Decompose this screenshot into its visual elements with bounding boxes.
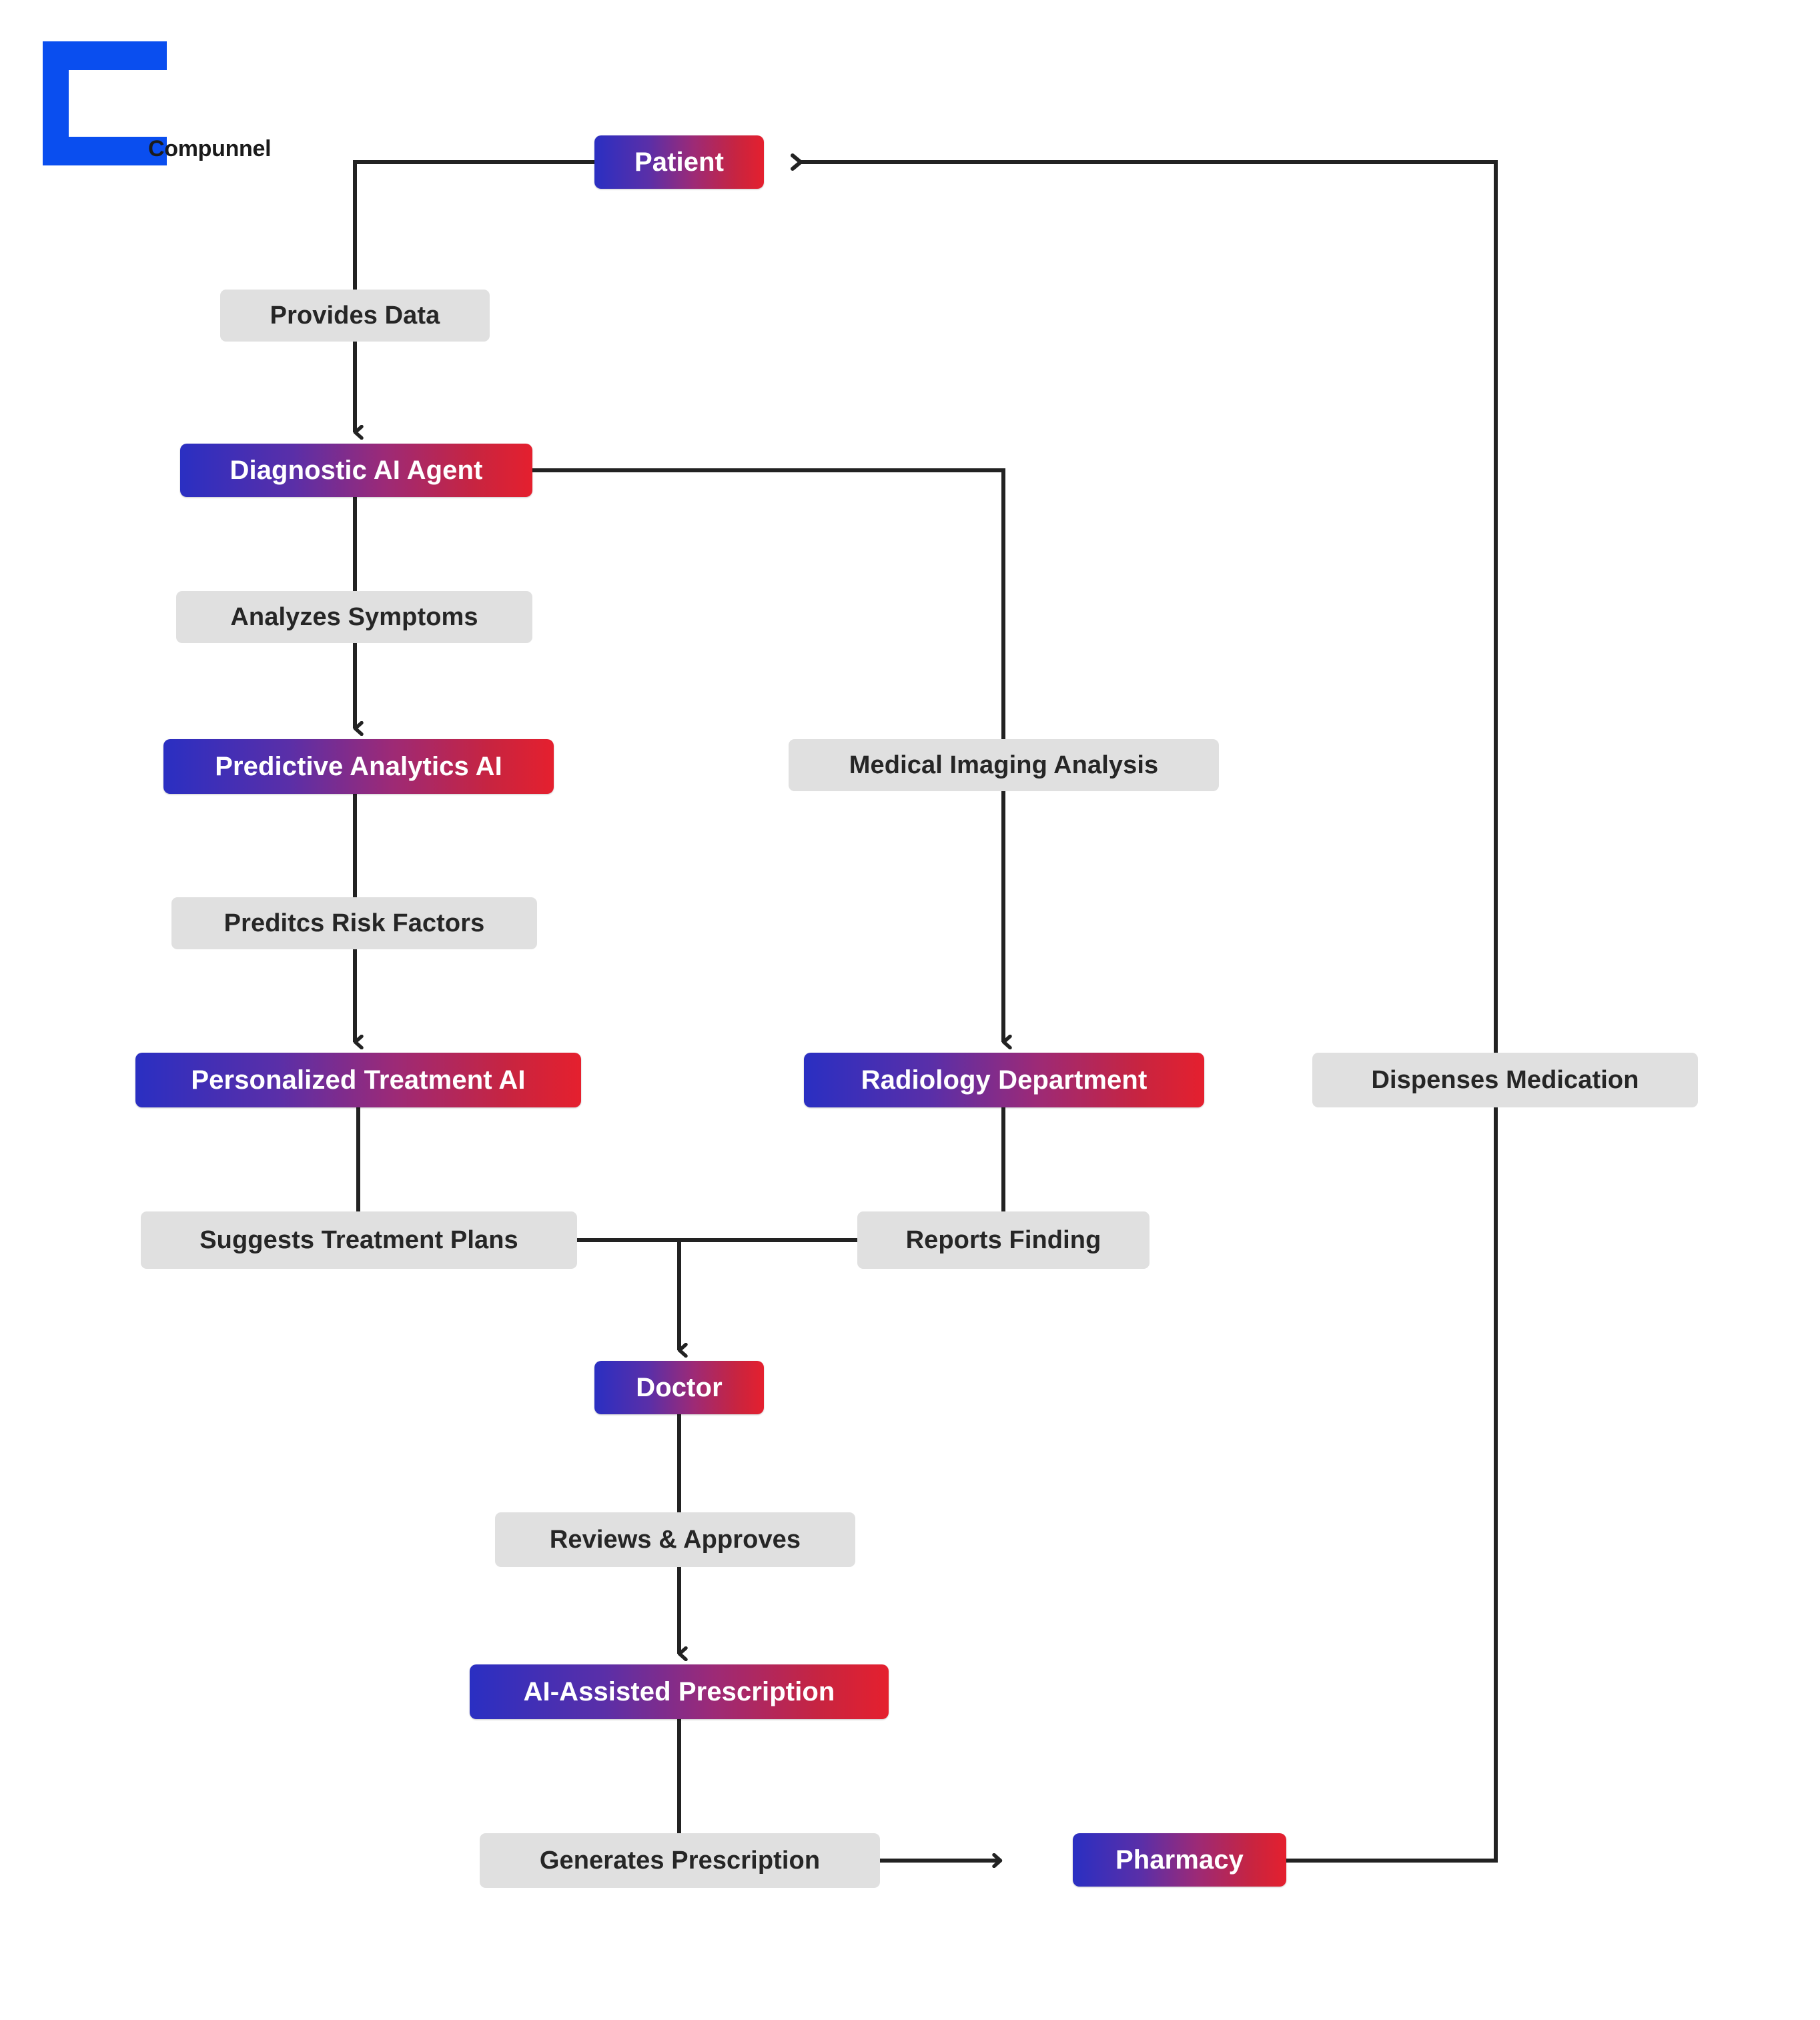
flow-edge-label-provides-data[interactable]: Provides Data xyxy=(220,290,490,342)
flow-node-predictive[interactable]: Predictive Analytics AI xyxy=(163,739,554,794)
flow-edge-label-label: Suggests Treatment Plans xyxy=(199,1225,518,1254)
flow-node-personalized[interactable]: Personalized Treatment AI xyxy=(135,1053,581,1107)
flow-edge-label-generates-prescription[interactable]: Generates Prescription xyxy=(480,1833,880,1888)
flow-edge-label-label: Generates Prescription xyxy=(539,1846,821,1875)
flow-edge-label-reports-finding[interactable]: Reports Finding xyxy=(857,1211,1150,1269)
flow-edge-label-label: Provides Data xyxy=(270,301,440,330)
flow-node-label: Pharmacy xyxy=(1115,1845,1244,1875)
flow-node-label: Doctor xyxy=(636,1372,723,1402)
flow-node-diagnostic[interactable]: Diagnostic AI Agent xyxy=(180,444,532,497)
flow-node-patient[interactable]: Patient xyxy=(594,135,764,189)
flow-node-doctor[interactable]: Doctor xyxy=(594,1361,764,1414)
flow-node-prescription[interactable]: AI-Assisted Prescription xyxy=(470,1664,889,1719)
flow-node-radiology[interactable]: Radiology Department xyxy=(804,1053,1204,1107)
flow-edge-label-label: Preditcs Risk Factors xyxy=(223,909,485,937)
brand-wordmark: Compunnel xyxy=(148,136,272,161)
edge-pharmacy-patient xyxy=(791,153,1498,1863)
brand-logo: Compunnel xyxy=(43,41,272,165)
flow-edge-label-label: Dispenses Medication xyxy=(1371,1065,1639,1094)
edge-diagnostic-medical-imaging xyxy=(532,468,1005,739)
flow-edge-label-dispenses-medication[interactable]: Dispenses Medication xyxy=(1312,1053,1698,1107)
flow-node-label: Personalized Treatment AI xyxy=(191,1065,526,1095)
flow-node-label: AI-Assisted Prescription xyxy=(523,1676,835,1706)
flow-node-label: Radiology Department xyxy=(861,1065,1148,1095)
flow-edge-label-label: Reviews & Approves xyxy=(549,1525,801,1554)
flow-edge-label-label: Reports Finding xyxy=(905,1225,1101,1254)
flow-node-pharmacy[interactable]: Pharmacy xyxy=(1073,1833,1286,1887)
flow-edge-label-label: Analyzes Symptoms xyxy=(230,602,478,631)
flow-edge-label-analyzes-symptoms[interactable]: Analyzes Symptoms xyxy=(176,591,532,643)
flow-node-label: Patient xyxy=(634,147,725,177)
flow-edge-label-preditcs-risk[interactable]: Preditcs Risk Factors xyxy=(171,897,537,949)
flow-node-label: Diagnostic AI Agent xyxy=(230,455,483,485)
flow-node-label: Predictive Analytics AI xyxy=(215,751,502,781)
flow-edge-label-reviews-approves[interactable]: Reviews & Approves xyxy=(495,1512,855,1567)
flow-edge-label-label: Medical Imaging Analysis xyxy=(849,750,1159,779)
flow-edge-label-medical-imaging[interactable]: Medical Imaging Analysis xyxy=(789,739,1219,791)
edge-patient-provides-data xyxy=(353,160,594,290)
flow-edge-label-suggests-treatment[interactable]: Suggests Treatment Plans xyxy=(141,1211,577,1269)
